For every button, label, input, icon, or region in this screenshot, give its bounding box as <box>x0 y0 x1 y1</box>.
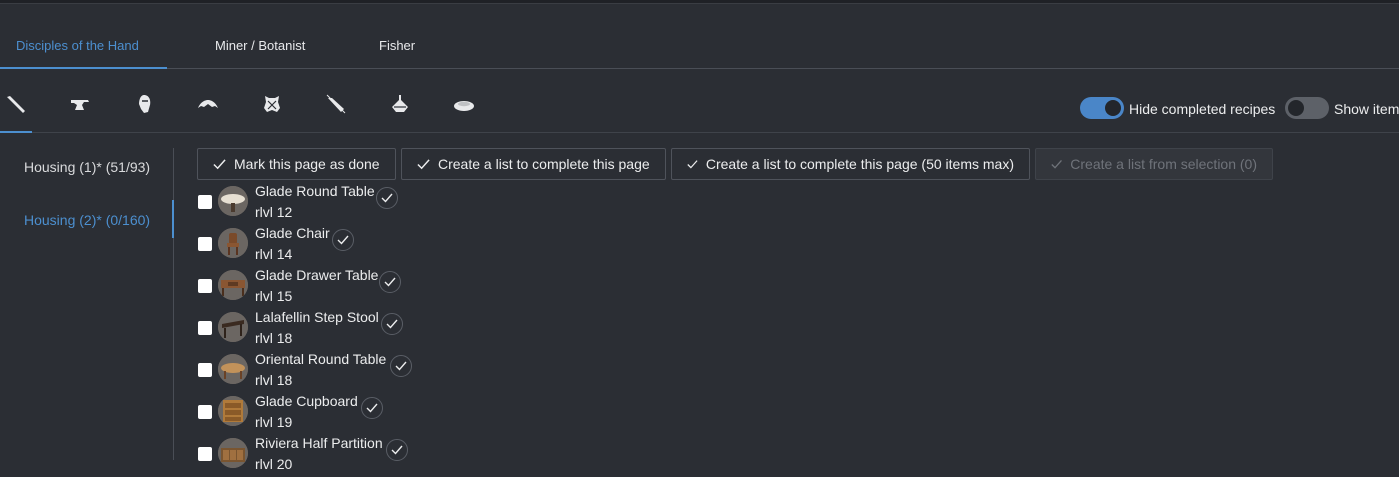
job-tab-blacksmith[interactable] <box>64 86 96 130</box>
cupboard-icon <box>218 396 248 426</box>
recipe-checkbox[interactable] <box>198 279 212 293</box>
create-list-50-button[interactable]: Create a list to complete this page (50 … <box>671 148 1030 180</box>
mark-done-button[interactable] <box>386 439 408 461</box>
create-list-button[interactable]: Create a list to complete this page <box>401 148 666 180</box>
check-icon <box>381 193 393 203</box>
window-top-divider <box>0 3 1399 4</box>
mark-done-button[interactable] <box>376 187 398 209</box>
recipe-checkbox[interactable] <box>198 195 212 209</box>
chair-icon <box>218 228 248 258</box>
recipe-name: Oriental Round Table <box>255 351 387 367</box>
active-sidebar-indicator <box>172 200 174 238</box>
recipe-level: rlvl 19 <box>255 414 293 430</box>
mark-page-done-button[interactable]: Mark this page as done <box>197 148 396 180</box>
check-icon <box>417 158 430 169</box>
recipe-name: Lalafellin Step Stool <box>255 309 379 325</box>
main-tabs: Disciples of the Hand Miner / Botanist F… <box>0 28 1399 69</box>
recipe-row: Glade Round Table rlvl 12 <box>197 183 457 225</box>
armorer-helm-icon <box>139 95 151 113</box>
check-icon <box>386 319 398 329</box>
goldsmith-circlet-icon <box>198 100 218 108</box>
recipe-name: Riviera Half Partition <box>255 435 383 451</box>
recipe-row: Glade Cupboard rlvl 19 <box>197 393 457 435</box>
oriental-table-icon <box>218 354 248 384</box>
check-icon <box>384 277 396 287</box>
tab-fisher[interactable]: Fisher <box>379 28 415 67</box>
sidebar-item-housing-2[interactable]: Housing (2)* (0/160) <box>24 212 150 228</box>
tab-miner-botanist[interactable]: Miner / Botanist <box>215 28 305 67</box>
job-tab-culinarian[interactable] <box>448 86 480 130</box>
job-tab-weaver[interactable] <box>320 86 352 130</box>
recipe-name: Glade Drawer Table <box>255 267 379 283</box>
check-icon <box>366 403 378 413</box>
recipe-row: Glade Drawer Table rlvl 15 <box>197 267 457 309</box>
toggle-knob <box>1288 100 1304 116</box>
job-tab-goldsmith[interactable] <box>192 86 224 130</box>
mark-done-button[interactable] <box>361 397 383 419</box>
job-tab-alchemist[interactable] <box>384 86 416 130</box>
recipe-row: Lalafellin Step Stool rlvl 18 <box>197 309 457 351</box>
mark-done-button[interactable] <box>332 229 354 251</box>
recipe-name: Glade Round Table <box>255 183 375 199</box>
active-job-indicator <box>0 131 32 133</box>
recipe-level: rlvl 20 <box>255 456 293 472</box>
recipe-row: Riviera Half Partition rlvl 20 <box>197 435 457 477</box>
check-icon <box>395 361 407 371</box>
culinarian-dish-icon <box>454 101 474 111</box>
hide-completed-label: Hide completed recipes <box>1129 101 1276 117</box>
blacksmith-anvil-icon <box>71 100 89 110</box>
carpenter-saw-icon <box>7 96 25 113</box>
check-icon <box>213 158 226 169</box>
recipe-level: rlvl 18 <box>255 372 293 388</box>
leatherworker-hide-icon <box>264 96 280 112</box>
button-label: Create a list to complete this page <box>438 156 650 172</box>
recipe-checkbox[interactable] <box>198 363 212 377</box>
recipe-name: Glade Chair <box>255 225 330 241</box>
hide-completed-toggle[interactable] <box>1080 97 1124 119</box>
recipe-row: Oriental Round Table rlvl 18 <box>197 351 457 393</box>
job-tab-leatherworker[interactable] <box>256 86 288 130</box>
mark-done-button[interactable] <box>390 355 412 377</box>
recipe-name: Glade Cupboard <box>255 393 358 409</box>
check-icon <box>1051 159 1062 169</box>
step-stool-icon <box>218 312 248 342</box>
tab-disciples-of-the-hand[interactable]: Disciples of the Hand <box>16 28 139 67</box>
check-icon <box>687 159 698 169</box>
recipe-checkbox[interactable] <box>198 405 212 419</box>
check-icon <box>391 445 403 455</box>
partition-icon <box>218 438 248 468</box>
mark-done-button[interactable] <box>381 313 403 335</box>
recipe-checkbox[interactable] <box>198 237 212 251</box>
button-label: Create a list to complete this page (50 … <box>705 156 1014 172</box>
sidebar-item-housing-1[interactable]: Housing (1)* (51/93) <box>24 159 150 175</box>
active-tab-indicator <box>0 67 167 69</box>
create-from-selection-button[interactable]: Create a list from selection (0) <box>1035 148 1273 180</box>
recipe-checkbox[interactable] <box>198 447 212 461</box>
recipe-row: Glade Chair rlvl 14 <box>197 225 457 267</box>
weaver-needle-icon <box>326 94 346 114</box>
job-tab-carpenter[interactable] <box>0 86 32 130</box>
alchemist-flask-icon <box>392 95 408 112</box>
recipe-checkbox[interactable] <box>198 321 212 335</box>
recipe-level: rlvl 18 <box>255 330 293 346</box>
mark-done-button[interactable] <box>379 271 401 293</box>
show-items-label: Show item <box>1334 101 1399 117</box>
button-label: Create a list from selection (0) <box>1070 156 1257 172</box>
button-label: Mark this page as done <box>234 156 380 172</box>
job-tab-armorer[interactable] <box>128 86 160 130</box>
category-sidebar: Housing (1)* (51/93) Housing (2)* (0/160… <box>0 148 174 460</box>
drawer-table-icon <box>218 270 248 300</box>
check-icon <box>337 235 349 245</box>
round-table-icon <box>218 186 248 216</box>
show-items-toggle[interactable] <box>1285 97 1329 119</box>
recipe-level: rlvl 12 <box>255 204 293 220</box>
toggle-knob <box>1105 100 1121 116</box>
recipe-level: rlvl 14 <box>255 246 293 262</box>
recipe-level: rlvl 15 <box>255 288 293 304</box>
